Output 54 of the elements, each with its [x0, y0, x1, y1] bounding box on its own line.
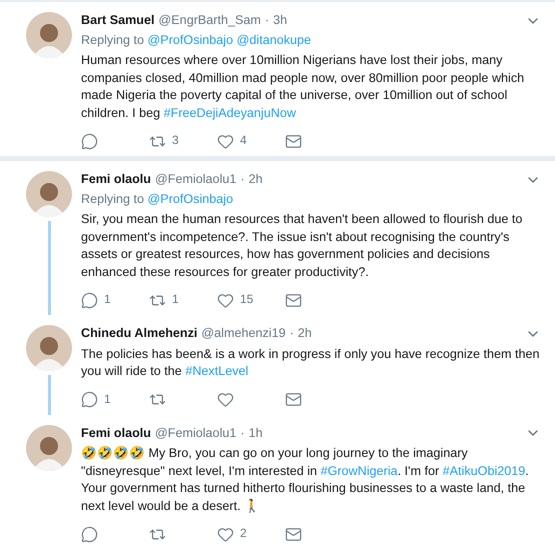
tweet-text: Human resources where over 10million Nigerians have lost their jobs, many companies closed, 40million mad people now, over 80million poor people which made Nigeria the poverty capital of the universe, over 10million out of school children. I beg #FreeDejiAdeyanjuNow: [81, 52, 526, 122]
tweet-time[interactable]: 3h: [273, 12, 288, 30]
author-handle[interactable]: @EngrBarth_Sam: [158, 12, 261, 30]
replying-to-label: Replying to: [81, 32, 144, 46]
mention-link[interactable]: @ditanokupe: [236, 32, 312, 46]
author-handle[interactable]: @almehenzi19: [201, 325, 286, 342]
hashtag-link[interactable]: #NextLevel: [185, 364, 248, 378]
hashtag-link[interactable]: #GrowNigeria: [320, 464, 398, 478]
tweet-card[interactable]: Chinedu Almehenzi @almehenzi19 · 2h The policies has been& is a work in progress if only you have recognize them then you will ride to the #NextLevel 1: [0, 315, 555, 414]
tweet-time[interactable]: 2h: [298, 325, 312, 342]
like-icon[interactable]: [217, 292, 234, 308]
like-icon[interactable]: [217, 132, 234, 150]
tweet-time[interactable]: 2h: [248, 171, 263, 188]
thread-line: [48, 375, 50, 414]
message-icon[interactable]: [285, 292, 302, 308]
author-handle[interactable]: @Femiolaolu1: [154, 171, 236, 188]
avatar[interactable]: [26, 171, 72, 217]
like-count: 15: [240, 291, 254, 308]
reply-count: 1: [104, 390, 111, 408]
author-name[interactable]: Femi olaolu: [81, 424, 151, 442]
tweet-text: 🤣🤣🤣🤣 My Bro, you can go on your long journey to the imaginary "disneyresque" next level, I'm interested in #GrowNigeria. I'm for #AtikuObi2019. Your government has turned hitherto flourishing businesses to a waste land, the next level would be a desert. 🚶: [81, 445, 530, 514]
hashtag-link[interactable]: #AtikuObi2019: [442, 464, 526, 478]
reply-icon[interactable]: [81, 292, 98, 308]
message-icon[interactable]: [285, 391, 302, 408]
separator-dot: ·: [240, 171, 245, 188]
separator-dot: ·: [264, 12, 270, 29]
reply-icon[interactable]: [81, 391, 98, 408]
replying-to-label: Replying to: [81, 192, 144, 206]
reply-icon[interactable]: [81, 132, 98, 150]
separator-dot: ·: [240, 424, 245, 442]
avatar[interactable]: [26, 424, 72, 470]
author-handle[interactable]: @Femiolaolu1: [154, 424, 236, 442]
hashtag-link[interactable]: #FreeDejiAdeyanjuNow: [164, 106, 296, 120]
author-name[interactable]: Femi olaolu: [81, 171, 151, 188]
mention-link[interactable]: @ProfOsinbajo: [148, 32, 234, 46]
like-count: 2: [240, 525, 247, 542]
retweet-count: 1: [172, 291, 179, 308]
separator-dot: ·: [290, 325, 294, 342]
like-icon[interactable]: [217, 391, 234, 408]
tweet-text: The policies has been& is a work in progress if only you have recognize them then you will ride to the #NextLevel: [81, 346, 541, 380]
avatar[interactable]: [26, 325, 72, 371]
like-icon[interactable]: [217, 526, 234, 542]
message-icon[interactable]: [285, 132, 302, 150]
author-name[interactable]: Bart Samuel: [81, 12, 154, 30]
reply-icon[interactable]: [81, 526, 98, 542]
mention-link[interactable]: @ProfOsinbajo: [148, 192, 234, 206]
avatar[interactable]: [26, 12, 72, 58]
author-name[interactable]: Chinedu Almehenzi: [81, 325, 198, 342]
message-icon[interactable]: [285, 526, 302, 542]
like-count: 4: [240, 132, 247, 150]
tweet-text: Sir, you mean the human resources that haven't been allowed to flourish due to government's incompetence?. The issue isn't about recognising the country's assets or greatest resources, how has government policies and decisions enhanced these resources for greater productivity?.: [81, 211, 524, 281]
retweet-count: 3: [172, 132, 179, 150]
tweet-time[interactable]: 1h: [248, 424, 263, 442]
reply-count: 1: [104, 291, 111, 308]
